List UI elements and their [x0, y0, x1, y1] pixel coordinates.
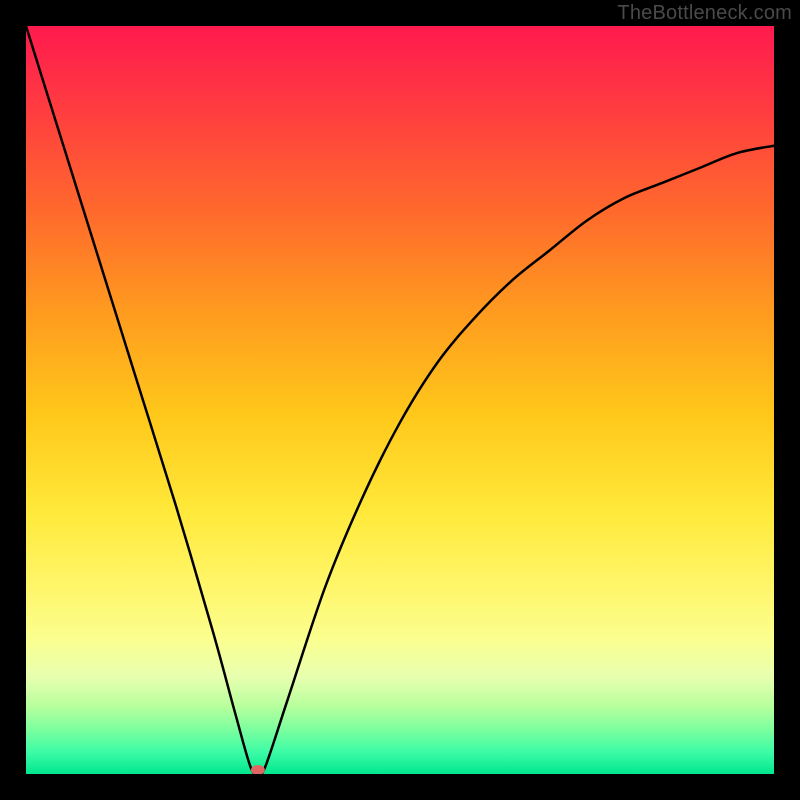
bottleneck-curve	[26, 26, 774, 774]
minimum-marker	[251, 765, 265, 774]
chart-frame: TheBottleneck.com	[0, 0, 800, 800]
chart-svg	[26, 26, 774, 774]
plot-area	[26, 26, 774, 774]
attribution-label: TheBottleneck.com	[617, 2, 792, 25]
